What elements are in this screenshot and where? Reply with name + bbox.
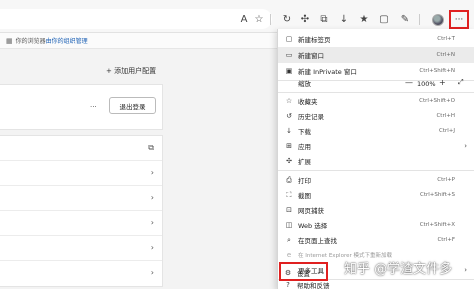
menu-separator <box>278 170 474 171</box>
profile-more-icon[interactable]: ··· <box>90 103 97 111</box>
chevron-right-icon: › <box>150 193 154 202</box>
address-bar[interactable] <box>0 9 272 29</box>
favorite-star-icon[interactable]: ☆ <box>253 13 265 25</box>
new-tab-icon: ▢ <box>285 35 293 43</box>
download-icon: ↓ <box>286 127 292 135</box>
more-menu: ▢ 新建标签页 Ctrl+T ▭ 新建窗口 Ctrl+N ▣ 新建 InPriv… <box>277 29 474 289</box>
zoom-level: 100% <box>417 80 436 88</box>
pen-icon[interactable]: ✎ <box>399 13 411 25</box>
web-capture-icon: ⊡ <box>286 206 292 214</box>
zoom-out-button[interactable]: — <box>405 78 413 87</box>
menu-item-label: 打印 <box>298 177 311 185</box>
menu-item-new-window[interactable]: ▭ 新建窗口 Ctrl+N <box>278 47 474 63</box>
menu-item-print[interactable]: ⎙ 打印 Ctrl+P <box>278 172 474 188</box>
external-link-icon: ⧉ <box>148 143 154 152</box>
inprivate-icon: ▣ <box>285 67 293 75</box>
watermark: 知乎 @学渣文件多 <box>344 262 453 277</box>
menu-item-shortcut: Ctrl+Shift+N <box>419 68 455 74</box>
settings-highlight-box <box>279 262 328 281</box>
zoom-in-button[interactable]: + <box>439 78 446 87</box>
settings-row[interactable]: › <box>0 236 162 261</box>
profile-avatar[interactable] <box>432 14 444 26</box>
add-profile-button[interactable]: + 添加用户配置 <box>106 66 156 76</box>
menu-item-shortcut: Ctrl+Shift+O <box>419 98 455 104</box>
settings-rows: ⧉ › › › › › <box>0 135 163 287</box>
menu-item-label: 下载 <box>298 128 311 136</box>
managed-link[interactable]: 由你的组织管理 <box>46 36 88 45</box>
web-select-icon: ◫ <box>285 221 293 229</box>
more-icon: ··· <box>454 14 464 25</box>
menu-item-extensions[interactable]: ✣ 扩展 <box>278 153 474 169</box>
menu-item-label: 帮助和反馈 <box>297 282 330 289</box>
menu-item-label: 网页捕获 <box>298 207 324 215</box>
menu-item-apps[interactable]: ⊞ 应用 › <box>278 138 474 154</box>
menu-item-favorites[interactable]: ☆ 收藏夹 Ctrl+Shift+O <box>278 93 474 109</box>
menu-item-shortcut: Ctrl+F <box>437 237 455 243</box>
menu-item-label: 扩展 <box>298 158 311 166</box>
ie-icon: e <box>286 251 292 259</box>
managed-text: 你的浏览器 <box>15 38 46 45</box>
menu-item-shortcut: Ctrl+J <box>438 128 455 134</box>
favorites-icon: ☆ <box>285 97 293 105</box>
history-icon: ↺ <box>286 112 292 120</box>
collections-tab-icon[interactable]: ▢ <box>378 13 390 25</box>
menu-item-shortcut: Ctrl+H <box>436 113 455 119</box>
menu-item-new-tab[interactable]: ▢ 新建标签页 Ctrl+T <box>278 31 474 47</box>
menu-item-label: 应用 <box>298 143 311 151</box>
extensions-icon: ✣ <box>286 157 292 165</box>
apps-icon: ⊞ <box>286 142 292 150</box>
menu-item-label: 缩放 <box>298 80 311 88</box>
menu-item-help[interactable]: ? 帮助和反馈 <box>277 281 474 289</box>
menu-item-label: 截图 <box>298 192 311 200</box>
settings-row[interactable]: › <box>0 261 162 286</box>
settings-row[interactable]: › <box>0 211 162 236</box>
chevron-right-icon: › <box>464 142 467 150</box>
toolbar-divider <box>419 14 420 25</box>
settings-row[interactable]: › <box>0 161 162 186</box>
menu-item-web-capture[interactable]: ⊡ 网页捕获 <box>278 202 474 218</box>
chevron-right-icon: › <box>150 243 154 252</box>
menu-item-label: 新建窗口 <box>298 52 324 60</box>
menu-item-shortcut: Ctrl+Shift+S <box>420 192 455 198</box>
read-aloud-icon[interactable]: A <box>238 13 250 25</box>
print-icon: ⎙ <box>286 175 292 184</box>
screenshot-icon: ⛶ <box>286 190 292 199</box>
toolbar-divider <box>270 14 271 25</box>
menu-item-shortcut: Ctrl+T <box>437 36 455 42</box>
profile-card: ··· 退出登录 <box>0 84 163 130</box>
menu-item-label: 收藏夹 <box>298 98 318 106</box>
chevron-right-icon: › <box>150 268 154 277</box>
fullscreen-icon[interactable]: ⤢ <box>458 78 464 87</box>
chevron-right-icon: › <box>150 168 154 177</box>
menu-item-shortcut: Ctrl+Shift+X <box>419 222 455 228</box>
help-icon: ? <box>286 281 290 289</box>
menu-item-history[interactable]: ↺ 历史记录 Ctrl+H <box>278 108 474 124</box>
menu-item-screenshot[interactable]: ⛶ 截图 Ctrl+Shift+S <box>278 187 474 203</box>
settings-row[interactable]: › <box>0 186 162 211</box>
menu-item-web-select[interactable]: ◫ Web 选择 Ctrl+Shift+X <box>278 217 474 233</box>
menu-item-label: 历史记录 <box>298 113 324 121</box>
menu-item-shortcut: Ctrl+N <box>436 52 455 58</box>
signout-button[interactable]: 退出登录 <box>109 97 156 114</box>
chevron-right-icon: › <box>150 218 154 227</box>
menu-item-label: 新建标签页 <box>298 36 331 44</box>
collections-icon[interactable]: ⧉ <box>318 13 330 25</box>
menu-item-shortcut: Ctrl+P <box>437 177 455 183</box>
menu-item-downloads[interactable]: ↓ 下载 Ctrl+J <box>278 123 474 139</box>
new-window-icon: ▭ <box>285 51 293 59</box>
find-icon: ⌕ <box>287 235 291 244</box>
downloads-icon[interactable]: ↓ <box>338 13 350 25</box>
menu-item-find-on-page[interactable]: ⌕ 在页面上查找 Ctrl+F <box>278 232 474 248</box>
menu-item-label: Web 选择 <box>298 222 328 230</box>
building-icon: ▦ <box>6 36 13 45</box>
settings-row[interactable]: ⧉ <box>0 136 162 161</box>
favorites-bar-icon[interactable]: ★ <box>358 13 370 25</box>
refresh-icon[interactable]: ↻ <box>281 13 293 25</box>
menu-item-label: 在页面上查找 <box>298 237 337 245</box>
more-button[interactable]: ··· <box>449 10 469 29</box>
extensions-icon[interactable]: ✣ <box>299 13 311 25</box>
